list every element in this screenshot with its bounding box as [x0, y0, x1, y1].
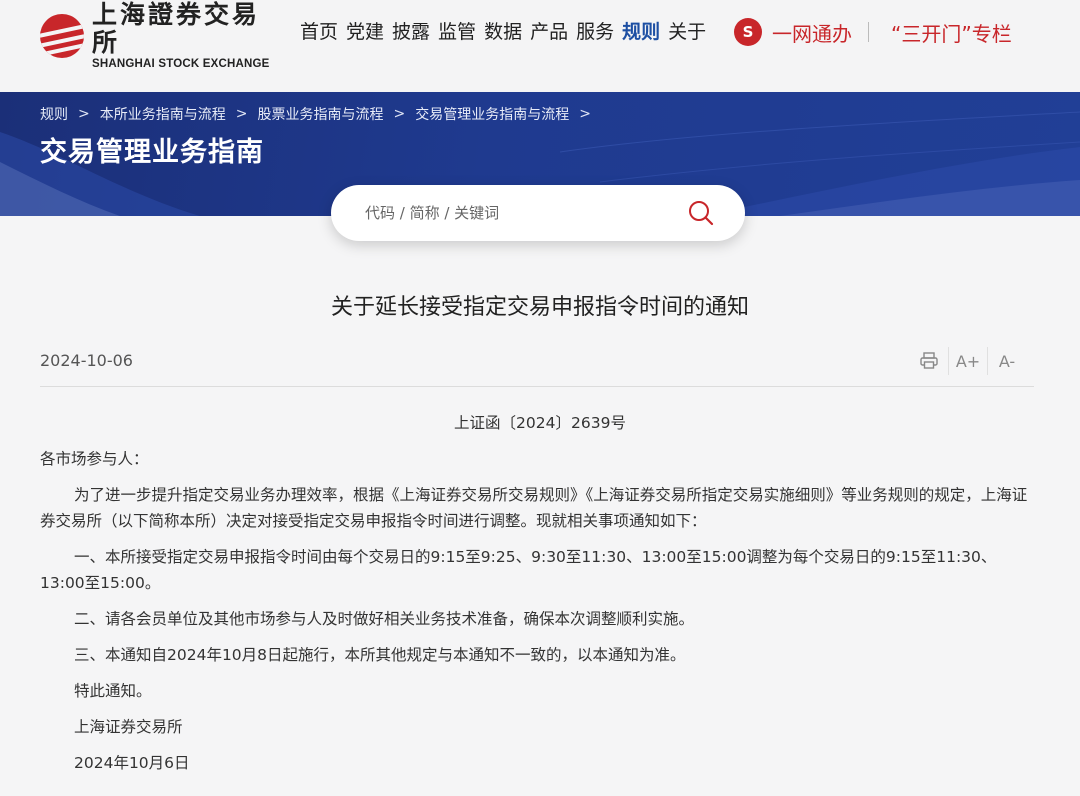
- article-meta: 2024-10-06 A+ A-: [40, 347, 1034, 387]
- sign-date: 2024年10月6日: [74, 754, 190, 772]
- font-decrease-button[interactable]: A-: [994, 348, 1020, 374]
- yiwang-logo-icon: S: [734, 18, 762, 46]
- breadcrumb-item-trading-guide[interactable]: 交易管理业务指南与流程: [415, 104, 569, 124]
- nav-item-products[interactable]: 产品: [530, 18, 568, 46]
- chevron-right-icon: >: [78, 106, 90, 122]
- signature: 上海证券交易所: [74, 718, 183, 736]
- article-date: 2024-10-06: [40, 351, 133, 370]
- breadcrumb-item-rules[interactable]: 规则: [40, 104, 68, 124]
- main-nav: 首页 党建 披露 监管 数据 产品 服务 规则 关于: [300, 18, 714, 46]
- header-divider: [868, 22, 869, 42]
- paragraph-intro: 为了进一步提升指定交易业务办理效率，根据《上海证券交易所交易规则》《上海证券交易…: [40, 486, 1028, 530]
- nav-item-services[interactable]: 服务: [576, 18, 614, 46]
- sse-logo[interactable]: 上海證券交易所 SHANGHAI STOCK EXCHANGE: [40, 1, 270, 70]
- font-increase-button[interactable]: A+: [955, 348, 981, 374]
- chevron-right-icon: >: [393, 106, 406, 122]
- nav-item-disclosure[interactable]: 披露: [392, 18, 430, 46]
- nav-item-party[interactable]: 党建: [346, 18, 384, 46]
- tools-divider: [948, 347, 949, 375]
- sankaimen-link[interactable]: “三开门”专栏: [891, 18, 1012, 47]
- nav-item-home[interactable]: 首页: [300, 18, 338, 46]
- page-title: 交易管理业务指南: [40, 137, 264, 168]
- nav-item-data[interactable]: 数据: [484, 18, 522, 46]
- paragraph-item-1: 一、本所接受指定交易申报指令时间由每个交易日的9:15至9:25、9:30至11…: [40, 548, 997, 592]
- chevron-right-icon: >: [579, 106, 591, 122]
- article-tools: A+ A-: [916, 347, 1020, 375]
- document-number: 上证函〔2024〕2639号: [454, 414, 626, 432]
- nav-item-rules[interactable]: 规则: [622, 18, 660, 46]
- paragraph-closing: 特此通知。: [74, 682, 152, 700]
- logo-en: SHANGHAI STOCK EXCHANGE: [92, 58, 270, 70]
- chevron-right-icon: >: [235, 106, 248, 122]
- site-header: 上海證券交易所 SHANGHAI STOCK EXCHANGE 首页 党建 披露…: [0, 0, 1080, 92]
- print-icon[interactable]: [916, 348, 942, 374]
- search-bar: [331, 185, 745, 241]
- yiwang-link[interactable]: 一网通办: [772, 18, 852, 47]
- article-body: 各市场参与人： 为了进一步提升指定交易业务办理效率，根据《上海证券交易所交易规则…: [40, 446, 1034, 786]
- logo-cn: 上海證券交易所: [92, 0, 261, 57]
- paragraph-item-2: 二、请各会员单位及其他市场参与人及时做好相关业务技术准备，确保本次调整顺利实施。: [74, 610, 695, 628]
- logo-text: 上海證券交易所 SHANGHAI STOCK EXCHANGE: [92, 1, 270, 71]
- greeting: 各市场参与人：: [40, 450, 149, 468]
- breadcrumb-item-stock-guide[interactable]: 股票业务指南与流程: [257, 104, 383, 124]
- sse-logo-icon: [40, 14, 84, 58]
- breadcrumb: 规则 > 本所业务指南与流程 > 股票业务指南与流程 > 交易管理业务指南与流程…: [40, 104, 601, 124]
- header-extra: S 一网通办 “三开门”专栏: [734, 17, 1012, 47]
- breadcrumb-item-guide[interactable]: 本所业务指南与流程: [100, 104, 226, 124]
- nav-item-supervision[interactable]: 监管: [438, 18, 476, 46]
- search-input[interactable]: [363, 203, 667, 223]
- paragraph-item-3: 三、本通知自2024年10月8日起施行，本所其他规定与本通知不一致的，以本通知为…: [74, 646, 686, 664]
- search-icon[interactable]: [687, 199, 715, 227]
- tools-divider: [987, 347, 988, 375]
- article-title: 关于延长接受指定交易申报指令时间的通知: [330, 295, 749, 320]
- nav-item-about[interactable]: 关于: [668, 18, 706, 46]
